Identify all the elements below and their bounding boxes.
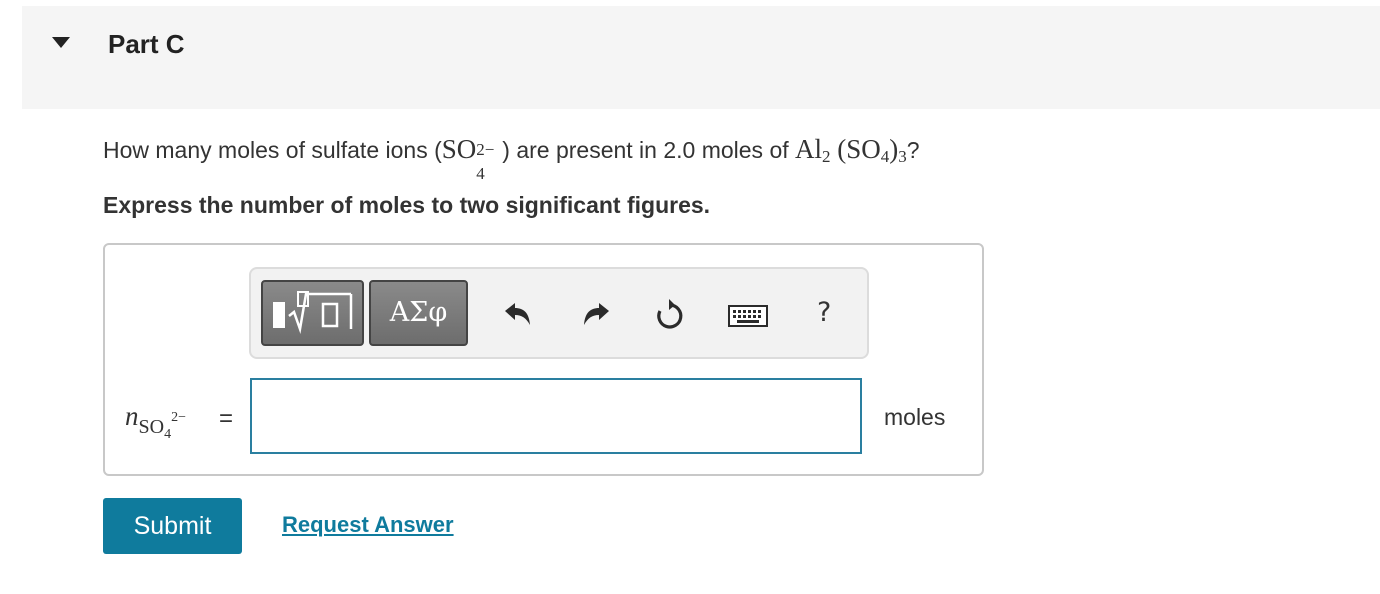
equals-sign: =: [219, 405, 234, 432]
math-toolbar: ΑΣφ ?: [249, 267, 869, 359]
help-button[interactable]: ?: [817, 297, 831, 328]
greek-symbols-button[interactable]: ΑΣφ: [369, 280, 468, 346]
collapse-caret-icon[interactable]: [52, 37, 70, 48]
aluminum-sulfate-formula: Al2 (SO4)3: [795, 134, 907, 166]
request-answer-link[interactable]: Request Answer: [282, 512, 454, 538]
question-text: How many moles of sulfate ions (SO 2− 4 ) a…: [103, 134, 920, 183]
sulfate-ion-formula: SO 2− 4: [441, 134, 495, 183]
question-prefix: How many moles of sulfate ions (: [103, 137, 442, 163]
templates-button[interactable]: [261, 280, 364, 346]
answer-panel: ΑΣφ ? nSO42− = moles: [103, 243, 984, 476]
question-middle: ) are present in 2.0 moles of: [502, 137, 796, 163]
undo-icon[interactable]: [503, 301, 533, 327]
answer-input[interactable]: [250, 378, 862, 454]
templates-sqrt-icon: [273, 291, 353, 334]
submit-button[interactable]: Submit: [103, 498, 242, 554]
redo-icon[interactable]: [581, 301, 611, 327]
instruction-text: Express the number of moles to two signi…: [103, 192, 711, 218]
question-suffix: ?: [906, 137, 920, 163]
keyboard-icon[interactable]: [728, 305, 768, 329]
reset-icon[interactable]: [655, 299, 685, 331]
ion-subscript: 4: [476, 164, 485, 183]
greek-symbols-label: ΑΣφ: [389, 297, 448, 328]
page: Part C How many moles of sulfate ions (S…: [0, 0, 1380, 594]
variable-label: nSO42−: [125, 401, 186, 442]
part-title: Part C: [108, 29, 185, 59]
ion-charge: 2−: [476, 140, 495, 159]
units-label: moles: [884, 404, 946, 430]
part-header[interactable]: Part C: [22, 6, 1380, 109]
